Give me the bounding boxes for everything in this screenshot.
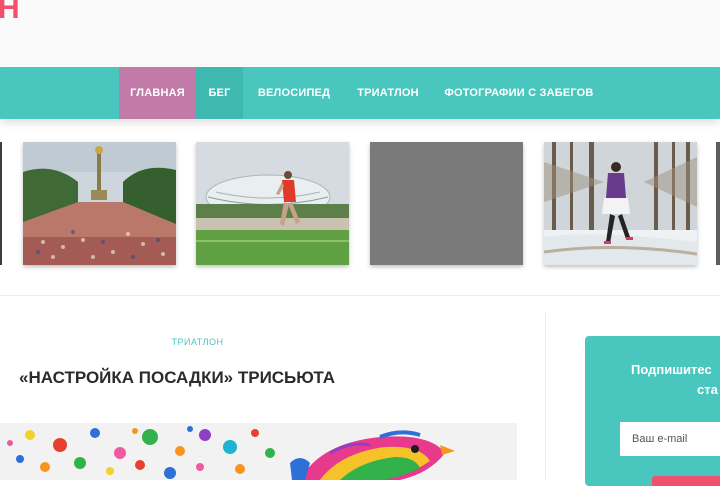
subscribe-title: Подпишитес ста [631,360,720,400]
carousel-partial-thumb-right[interactable] [716,142,720,265]
post-category-link[interactable]: ТРИАТЛОН [150,337,245,347]
carousel-partial-thumb-left[interactable] [0,142,2,265]
colorful-paint-splash-image-icon [0,423,517,480]
subscribe-widget: Подпишитес ста [585,336,720,486]
section-divider [0,295,720,296]
site-header [0,0,720,66]
carousel-item-stadium-runner[interactable] [196,142,349,265]
post-featured-image[interactable] [0,423,517,480]
subscribe-title-line2: ста [697,382,718,397]
carousel-item-snow-runner[interactable] [544,142,697,265]
subscribe-button[interactable] [652,476,720,486]
placeholder-gray-image-icon [370,142,523,265]
carousel-item-placeholder[interactable] [370,142,523,265]
subscribe-title-line1: Подпишитес [631,362,712,377]
main-navigation: ГЛАВНАЯ БЕГ ВЕЛОСИПЕД ТРИАТЛОН ФОТОГРАФИ… [0,67,720,119]
nav-item-race-photos[interactable]: ФОТОГРАФИИ С ЗАБЕГОВ [436,67,602,119]
nav-item-running[interactable]: БЕГ [196,67,243,119]
carousel-item-marathon[interactable] [23,142,176,265]
featured-carousel [0,142,720,267]
marathon-crowd-photo-icon [23,142,176,265]
nav-item-home[interactable]: ГЛАВНАЯ [119,67,196,119]
post-title[interactable]: «НАСТРОЙКА ПОСАДКИ» ТРИСЬЮТА [19,368,335,388]
runner-stadium-photo-icon [196,142,349,265]
sidebar-divider [545,312,546,480]
nav-item-cycling[interactable]: ВЕЛОСИПЕД [247,67,341,119]
runner-snow-forest-photo-icon [544,142,697,265]
nav-item-triathlon[interactable]: ТРИАТЛОН [346,67,430,119]
site-logo[interactable]: Н [0,0,20,26]
email-input[interactable] [620,422,720,456]
